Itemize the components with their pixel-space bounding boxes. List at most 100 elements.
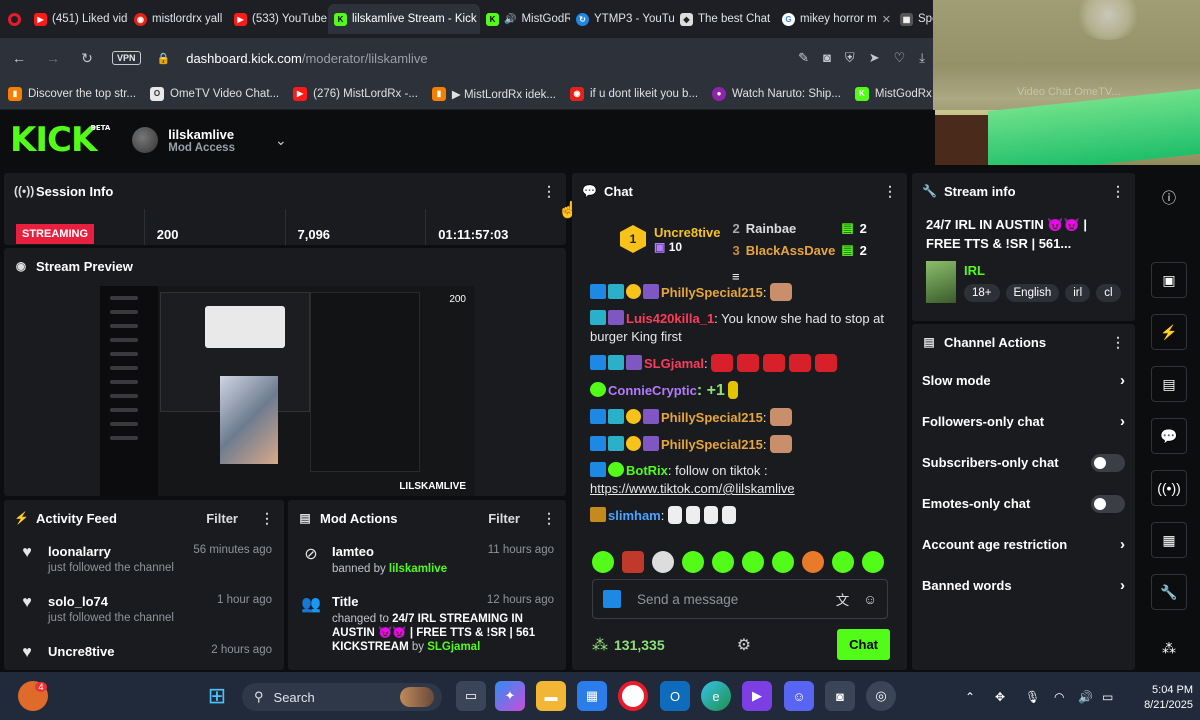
category-thumbnail[interactable] (926, 261, 956, 303)
emote-button[interactable] (802, 551, 824, 573)
emoji-icon[interactable]: ☺ (863, 592, 877, 607)
vpn-badge[interactable]: VPN (112, 51, 141, 65)
broadcast-icon[interactable]: ((•)) (1151, 470, 1187, 506)
scroll-to-latest-icon[interactable]: ≡ (732, 269, 740, 284)
bookmark-item[interactable]: ● Watch Naruto: Ship... (712, 86, 841, 101)
emote-button[interactable] (862, 551, 884, 573)
more-options-icon[interactable]: ⋮ (1111, 334, 1125, 351)
more-options-icon[interactable]: ⋮ (1111, 183, 1125, 200)
emote-button[interactable] (592, 551, 614, 573)
followers-only-setting[interactable]: Followers-only chat › (912, 401, 1135, 442)
bookmark-item[interactable]: ▮ Discover the top str... (8, 86, 136, 101)
opera-menu-icon[interactable] (0, 4, 28, 34)
weather-icon[interactable]: 4 (18, 681, 48, 711)
download-icon[interactable]: ⤓ (919, 50, 925, 66)
edge-icon[interactable]: e (701, 681, 731, 711)
camera-app-icon[interactable]: ◙ (825, 681, 855, 711)
tab-mikey-horror[interactable]: Gmikey horror m ✕ (776, 4, 894, 34)
discord-icon[interactable]: ☺ (784, 681, 814, 711)
send-icon[interactable]: ➤ (869, 50, 880, 66)
tab-youtube[interactable]: ▶ (533) YouTube (228, 4, 328, 34)
send-chat-button[interactable]: Chat (837, 629, 890, 660)
tab-liked-videos[interactable]: ▶ (451) Liked vide (28, 4, 128, 34)
url-field[interactable]: dashboard.kick.com/moderator/lilskamlive (186, 51, 782, 66)
panel-title: Stream info (944, 183, 1016, 199)
slow-mode-setting[interactable]: Slow mode › (912, 360, 1135, 401)
video-queue-icon[interactable]: ▦ (1151, 522, 1187, 558)
store-icon[interactable]: ▦ (577, 681, 607, 711)
reload-icon[interactable]: ↻ (78, 50, 96, 67)
channel-points[interactable]: 131,335 (614, 637, 665, 653)
emote-button[interactable] (742, 551, 764, 573)
translate-icon[interactable]: 文 (836, 589, 850, 609)
bookmark-item[interactable]: O OmeTV Video Chat... (150, 86, 279, 101)
document-icon[interactable]: ▤ (1151, 366, 1187, 402)
bookmark-item[interactable]: ▮ ▶ MistLordRx idek... (431, 86, 556, 101)
tray-app-icon[interactable]: ✥ (995, 690, 1005, 704)
chevron-up-icon[interactable]: ⌃ (965, 690, 975, 704)
lightning-icon[interactable]: ⚡ (1151, 314, 1187, 350)
copilot-icon[interactable]: ✦ (495, 681, 525, 711)
system-clock[interactable]: 5:04 PM 8/21/2025 (1127, 683, 1193, 713)
chat-link[interactable]: https://www.tiktok.com/@lilskamlive (590, 481, 795, 496)
bookmark-item[interactable]: ▶ (276) MistLordRx -... (293, 86, 418, 101)
more-options-icon[interactable]: ⋮ (883, 183, 897, 200)
gear-icon[interactable]: ⚙ (737, 635, 751, 655)
more-options-icon[interactable]: ⋮ (260, 510, 274, 527)
volume-icon[interactable]: 🔊 (1078, 690, 1093, 704)
chat-input[interactable]: Send a message 文 ☺ (592, 579, 888, 619)
right-toolbar: ⓘ ▣ ⚡ ▤ 💬 ((•)) ▦ 🔧 ⁂ (1139, 170, 1200, 670)
outlook-icon[interactable]: O (660, 681, 690, 711)
emote-button[interactable] (622, 551, 644, 573)
microphone-icon[interactable]: 🎙 (1025, 690, 1040, 704)
tab-best-chat[interactable]: ◆ The best Chat (674, 4, 776, 34)
windows-start-icon[interactable]: ⊞ (202, 681, 232, 711)
forward-icon[interactable]: → (44, 50, 62, 66)
tab-ytmp3[interactable]: ↻ YTMP3 - YouTu (570, 4, 674, 34)
heart-icon[interactable]: ♡ (894, 50, 906, 66)
back-icon[interactable]: ← (10, 50, 28, 66)
channel-switcher[interactable]: lilskamlive Mod Access (132, 127, 235, 154)
layout-icon[interactable]: ⁂ (1151, 630, 1187, 666)
bookmark-item[interactable]: ◉ if u dont likeit you b... (570, 86, 698, 101)
video-editor-icon[interactable]: ▶ (742, 681, 772, 711)
lock-icon[interactable]: 🔒 (157, 52, 171, 65)
kick-logo[interactable]: KICK BETA (10, 120, 110, 160)
close-icon[interactable]: ✕ (882, 13, 891, 26)
wifi-icon[interactable]: ◠ (1054, 690, 1064, 704)
shield-icon[interactable]: ⛨ (845, 50, 855, 66)
account-age-setting[interactable]: Account age restriction › (912, 524, 1135, 565)
emote-button[interactable] (682, 551, 704, 573)
info-icon[interactable]: ⓘ (1151, 180, 1187, 216)
more-options-icon[interactable]: ⋮ (542, 183, 556, 200)
wrench-icon[interactable]: 🔧 (1151, 574, 1187, 610)
banned-words-setting[interactable]: Banned words › (912, 565, 1135, 606)
task-view-icon[interactable]: ▭ (456, 681, 486, 711)
emotes-only-toggle[interactable] (1091, 494, 1125, 513)
chevron-down-icon[interactable]: ⌄ (275, 132, 287, 149)
edit-icon[interactable]: ✎ (798, 50, 809, 66)
camera-icon[interactable]: ◙ (823, 50, 831, 66)
taskbar-search[interactable]: ⚲ Search (242, 683, 442, 711)
filter-button[interactable]: Filter (488, 511, 520, 526)
emote-button[interactable] (712, 551, 734, 573)
stream-video[interactable]: 200 LILSKAMLIVE (100, 286, 474, 496)
chat-icon[interactable]: 💬 (1151, 418, 1187, 454)
camera-frame-icon[interactable]: ▣ (1151, 262, 1187, 298)
obs-icon[interactable]: ◎ (866, 681, 896, 711)
emote-button[interactable] (772, 551, 794, 573)
chat-message: Luis420killa_1: You know she had to stop… (590, 310, 885, 344)
tab-kick-stream[interactable]: Klilskamlive Stream - Kick (328, 4, 480, 34)
bookmark-item-ghost[interactable]: Video Chat OmeTV... (1017, 86, 1120, 98)
tab-mistgodrx[interactable]: K🔊MistGodRx (480, 4, 570, 34)
opera-taskbar-icon[interactable] (618, 681, 648, 711)
tab-mistlordrx[interactable]: ◉ mistlordrx yall (128, 4, 228, 34)
speaker-icon: 🔊 (504, 13, 517, 25)
subscribers-only-toggle[interactable] (1091, 453, 1125, 472)
emote-button[interactable] (832, 551, 854, 573)
more-options-icon[interactable]: ⋮ (542, 510, 556, 527)
emote-button[interactable] (652, 551, 674, 573)
filter-button[interactable]: Filter (206, 511, 238, 526)
battery-icon[interactable]: ▭ (1102, 690, 1113, 704)
file-explorer-icon[interactable]: ▬ (536, 681, 566, 711)
